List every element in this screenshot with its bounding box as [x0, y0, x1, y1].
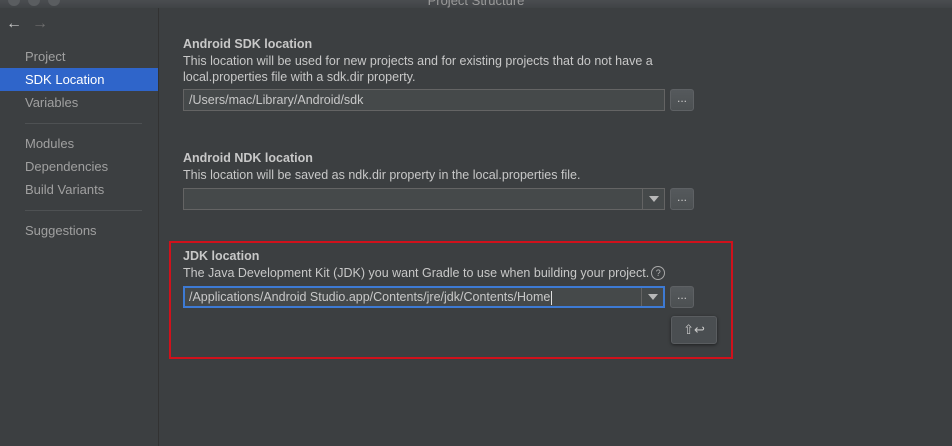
jdk-path-combobox[interactable]: /Applications/Android Studio.app/Content… — [183, 286, 665, 308]
sdk-browse-button[interactable]: ... — [670, 89, 694, 111]
arrow-right-icon[interactable]: → — [32, 14, 48, 34]
sdk-path-field[interactable]: /Users/mac/Library/Android/sdk — [183, 89, 665, 111]
sidebar-divider — [25, 210, 142, 211]
chevron-down-icon[interactable] — [641, 288, 663, 306]
ndk-description: This location will be saved as ndk.dir p… — [183, 168, 581, 182]
sidebar-item-suggestions[interactable]: Suggestions — [0, 219, 158, 242]
sidebar-item-project[interactable]: Project — [0, 45, 158, 68]
ndk-section-title: Android NDK location — [183, 151, 313, 165]
arrow-left-icon[interactable]: ← — [6, 14, 22, 34]
ndk-path-combobox[interactable] — [183, 188, 665, 210]
jdk-section-title: JDK location — [183, 249, 260, 263]
shift-enter-icon[interactable]: ⇧↩ — [671, 316, 717, 344]
text-caret — [551, 290, 553, 305]
jdk-description-row: The Java Development Kit (JDK) you want … — [183, 265, 666, 281]
sidebar-item-dependencies[interactable]: Dependencies — [0, 155, 158, 178]
title-bar: Project Structure — [0, 0, 952, 8]
sdk-location-panel: Android SDK location This location will … — [159, 8, 952, 446]
sidebar-item-variables[interactable]: Variables — [0, 91, 158, 114]
sidebar-item-modules[interactable]: Modules — [0, 132, 158, 155]
ndk-browse-button[interactable]: ... — [670, 188, 694, 210]
help-icon[interactable]: ? — [651, 265, 666, 280]
sdk-description-line2: local.properties file with a sdk.dir pro… — [183, 70, 416, 84]
window-title: Project Structure — [427, 0, 525, 8]
jdk-description: The Java Development Kit (JDK) you want … — [183, 266, 650, 280]
nav-arrows: ← → — [6, 14, 48, 34]
sidebar-item-sdk-location[interactable]: SDK Location — [0, 68, 158, 91]
sidebar-divider — [25, 123, 142, 124]
sdk-description-line1: This location will be used for new proje… — [183, 54, 653, 68]
sdk-section-title: Android SDK location — [183, 37, 313, 51]
jdk-path-value[interactable]: /Applications/Android Studio.app/Content… — [189, 290, 550, 304]
project-structure-window: Project Structure ← → Project SDK Locati… — [0, 0, 952, 446]
jdk-browse-button[interactable]: ... — [670, 286, 694, 308]
sidebar: ← → Project SDK Location Variables Modul… — [0, 8, 159, 446]
chevron-down-icon[interactable] — [642, 189, 664, 209]
sidebar-item-build-variants[interactable]: Build Variants — [0, 178, 158, 201]
